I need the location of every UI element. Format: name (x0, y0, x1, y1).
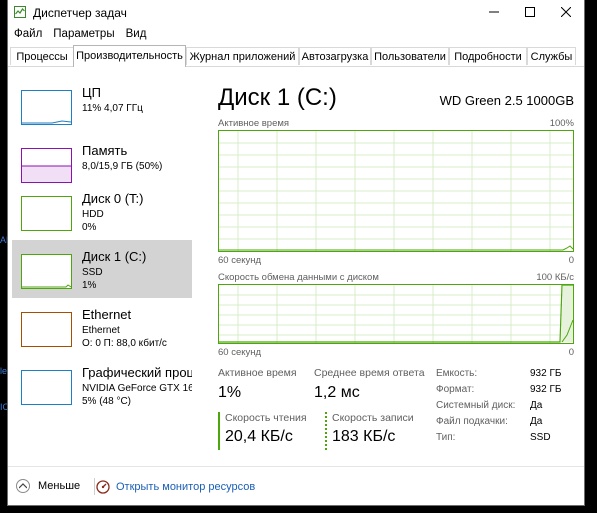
title-bar[interactable]: Диспетчер задач (8, 0, 584, 24)
active-time-graph-min: 0 (568, 255, 574, 266)
page-title: Диск 1 (C:) (218, 84, 337, 111)
sidebar-item-detail: 8,0/15,9 ГБ (50%) (82, 161, 163, 172)
sidebar-item-label: Диск 1 (C:) (82, 249, 147, 264)
sidebar-item-detail: О: 0 П: 88,0 кбит/с (82, 338, 167, 349)
response-time-stat-label: Среднее время ответа (314, 367, 425, 379)
page-file-label: Файл подкачки: (436, 416, 508, 427)
sidebar-item-detail: SSD (82, 267, 103, 278)
menu-bar: Файл Параметры Вид (8, 24, 151, 44)
transfer-graph-max: 100 КБ/с (536, 272, 574, 283)
write-speed-label: Скорость записи (332, 412, 414, 424)
active-time-graph-duration: 60 секунд (218, 255, 262, 266)
tab-processes[interactable]: Процессы (10, 47, 74, 65)
sidebar-item-detail: HDD (82, 209, 104, 220)
window-title: Диспетчер задач (33, 6, 127, 20)
transfer-graph-min: 0 (568, 347, 574, 358)
sidebar-item-detail: 0% (82, 222, 97, 233)
write-speed-value: 183 КБ/с (332, 428, 396, 445)
divider (94, 478, 95, 495)
disk-type-value: SSD (530, 432, 551, 443)
transfer-rate-graph-plot (219, 285, 573, 343)
task-manager-window: Диспетчер задач Файл Параметры Вид Проце… (7, 0, 585, 506)
sidebar-item-label: Диск 0 (T:) (82, 191, 144, 206)
sidebar-item-disk-0[interactable]: Диск 0 (T:) HDD 0% (12, 182, 192, 240)
sidebar-item-label: Ethernet (82, 307, 132, 322)
resource-monitor-icon (96, 480, 110, 494)
sidebar-item-detail: 1% (82, 280, 97, 291)
capacity-value: 932 ГБ (530, 368, 562, 379)
active-time-stat-label: Активное время (218, 367, 297, 379)
device-model: WD Green 2.5 1000GB (439, 93, 574, 108)
menu-options[interactable]: Параметры (47, 28, 119, 40)
sidebar-item-detail: 5% (48 °C) (82, 396, 132, 407)
tab-details[interactable]: Подробности (449, 47, 527, 65)
transfer-rate-graph (218, 284, 574, 344)
maximize-icon (525, 7, 535, 17)
sidebar-item-cpu[interactable]: ЦП 11% 4,07 ГГц (12, 76, 192, 134)
active-time-stat-value: 1% (218, 384, 242, 401)
capacity-label: Емкость: (436, 368, 478, 379)
menu-view[interactable]: Вид (120, 28, 152, 40)
sidebar-item-ethernet[interactable]: Ethernet Ethernet О: 0 П: 88,0 кбит/с (12, 298, 192, 356)
disk-detail-panel: Диск 1 (C:) WD Green 2.5 1000GB Активное… (204, 66, 580, 466)
task-manager-icon (14, 6, 26, 18)
close-icon (561, 7, 571, 17)
minimize-button[interactable] (476, 0, 512, 24)
disk-0-thumbnail-graph (21, 196, 72, 231)
chevron-up-icon (16, 479, 30, 493)
transfer-graph-duration: 60 секунд (218, 347, 262, 358)
tab-users[interactable]: Пользователи (371, 47, 449, 65)
ethernet-thumbnail-graph (21, 312, 72, 347)
menu-file[interactable]: Файл (8, 28, 47, 40)
open-resource-monitor-link[interactable]: Открыть монитор ресурсов (96, 480, 255, 494)
active-time-graph (218, 130, 574, 252)
disk-type-label: Тип: (436, 432, 456, 443)
system-disk-label: Системный диск: (436, 400, 516, 411)
resource-monitor-label: Открыть монитор ресурсов (116, 481, 256, 493)
sidebar-item-detail: 11% 4,07 ГГц (82, 103, 143, 114)
background-text-fragment: le (0, 366, 8, 376)
bottom-bar: Меньше Открыть монитор ресурсов (8, 466, 584, 505)
memory-thumbnail-graph (21, 148, 72, 183)
active-time-graph-plot (219, 131, 573, 251)
sidebar-item-label: Графический процессор 0 (82, 365, 192, 380)
page-file-value: Да (530, 416, 543, 427)
read-speed-indicator (218, 412, 220, 450)
format-label: Формат: (436, 384, 475, 395)
sidebar-item-detail: NVIDIA GeForce GTX 1660 (82, 383, 192, 394)
disk-1-thumbnail-graph (21, 254, 72, 289)
tab-performance[interactable]: Производительность (73, 45, 186, 67)
response-time-stat-value: 1,2 мс (314, 384, 360, 401)
tab-services[interactable]: Службы (527, 47, 576, 65)
active-time-graph-max: 100% (549, 118, 574, 129)
cpu-thumbnail-graph (21, 90, 72, 125)
sidebar-item-label: ЦП (82, 85, 101, 100)
tab-bar: Процессы Производительность Журнал прило… (8, 45, 584, 67)
sidebar-item-label: Память (82, 143, 128, 158)
tab-startup[interactable]: Автозагрузка (299, 47, 371, 65)
tab-app-history[interactable]: Журнал приложений (186, 47, 299, 65)
maximize-button[interactable] (512, 0, 548, 24)
gpu-thumbnail-graph (21, 370, 72, 405)
sidebar-item-detail: Ethernet (82, 325, 120, 336)
read-speed-label: Скорость чтения (225, 412, 307, 424)
minimize-icon (489, 11, 499, 13)
sidebar-item-gpu[interactable]: Графический процессор 0 NVIDIA GeForce G… (12, 356, 192, 414)
transfer-graph-label: Скорость обмена данными с диском (218, 272, 379, 283)
write-speed-indicator (325, 412, 327, 450)
close-button[interactable] (548, 0, 584, 24)
fewer-details-button[interactable]: Меньше (16, 479, 80, 493)
sidebar-item-disk-1[interactable]: Диск 1 (C:) SSD 1% (12, 240, 192, 298)
active-time-graph-label: Активное время (218, 118, 290, 129)
fewer-details-label: Меньше (38, 480, 81, 492)
read-speed-value: 20,4 КБ/с (225, 428, 293, 445)
performance-sidebar: ЦП 11% 4,07 ГГц Память 8,0/15,9 ГБ (50%)… (8, 66, 194, 466)
format-value: 932 ГБ (530, 384, 562, 395)
system-disk-value: Да (530, 400, 543, 411)
